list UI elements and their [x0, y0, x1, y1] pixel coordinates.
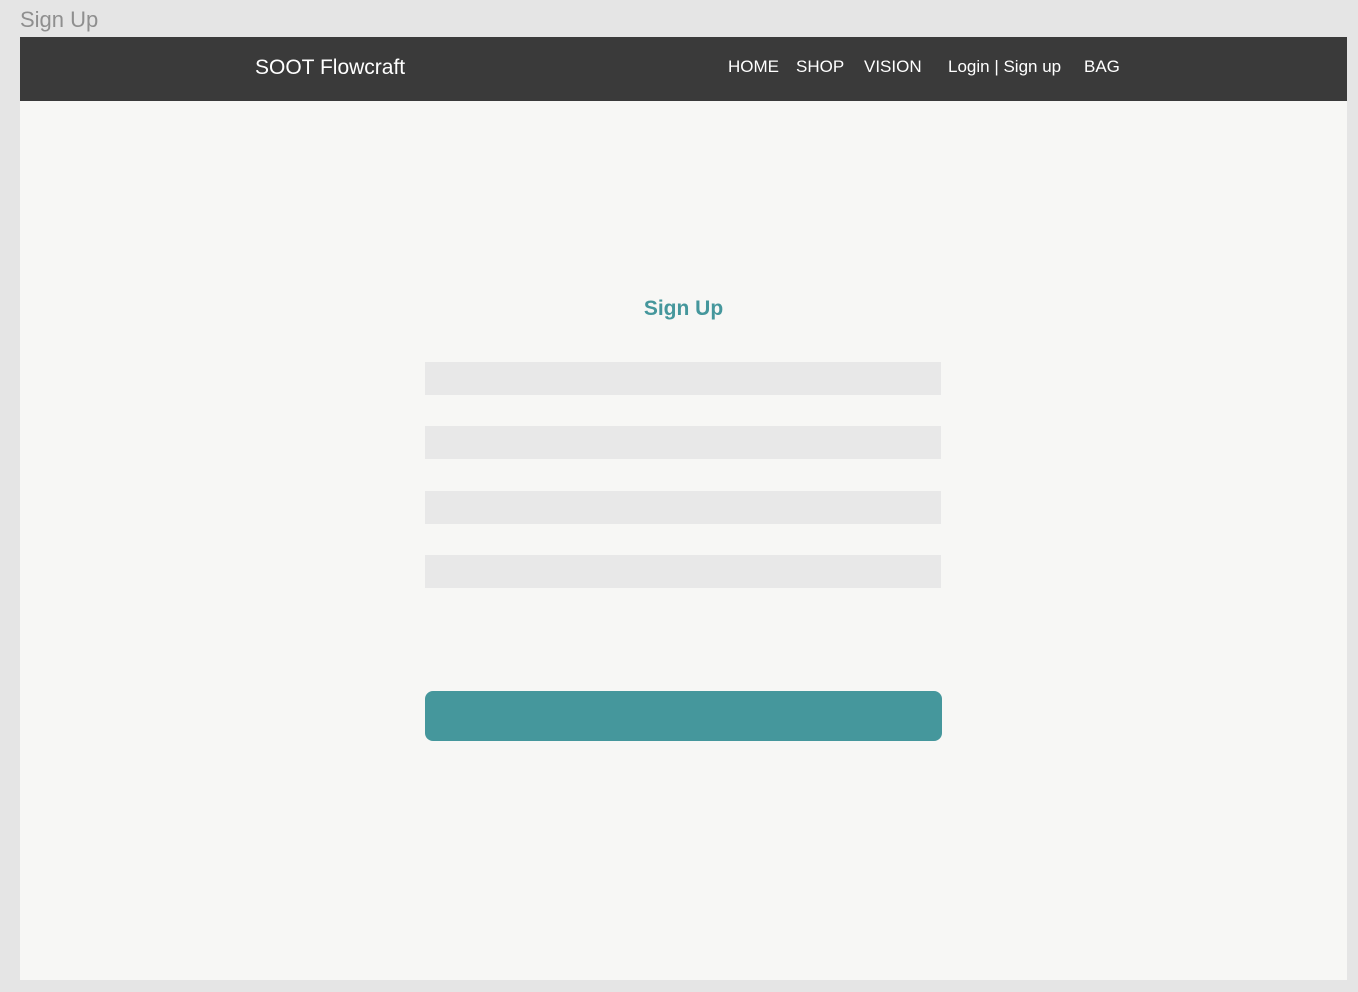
signup-submit-button[interactable] [425, 691, 942, 741]
signup-page: SOOT Flowcraft HOME SHOP VISION Login | … [20, 37, 1347, 980]
nav-home-link[interactable]: HOME [728, 56, 779, 78]
signup-field-1[interactable] [425, 362, 941, 395]
frame-label: Sign Up [20, 7, 99, 32]
signup-field-3[interactable] [425, 491, 941, 524]
nav-vision-link[interactable]: VISION [864, 56, 922, 78]
brand-logo-link[interactable]: SOOT Flowcraft [255, 55, 405, 81]
nav-shop-link[interactable]: SHOP [796, 56, 844, 78]
form-title: Sign Up [643, 297, 724, 320]
top-navbar: SOOT Flowcraft HOME SHOP VISION Login | … [20, 37, 1347, 101]
signup-field-4[interactable] [425, 555, 941, 588]
signup-field-2[interactable] [425, 426, 941, 459]
nav-login-signup-link[interactable]: Login | Sign up [948, 56, 1061, 78]
nav-bag-link[interactable]: BAG [1084, 56, 1120, 78]
